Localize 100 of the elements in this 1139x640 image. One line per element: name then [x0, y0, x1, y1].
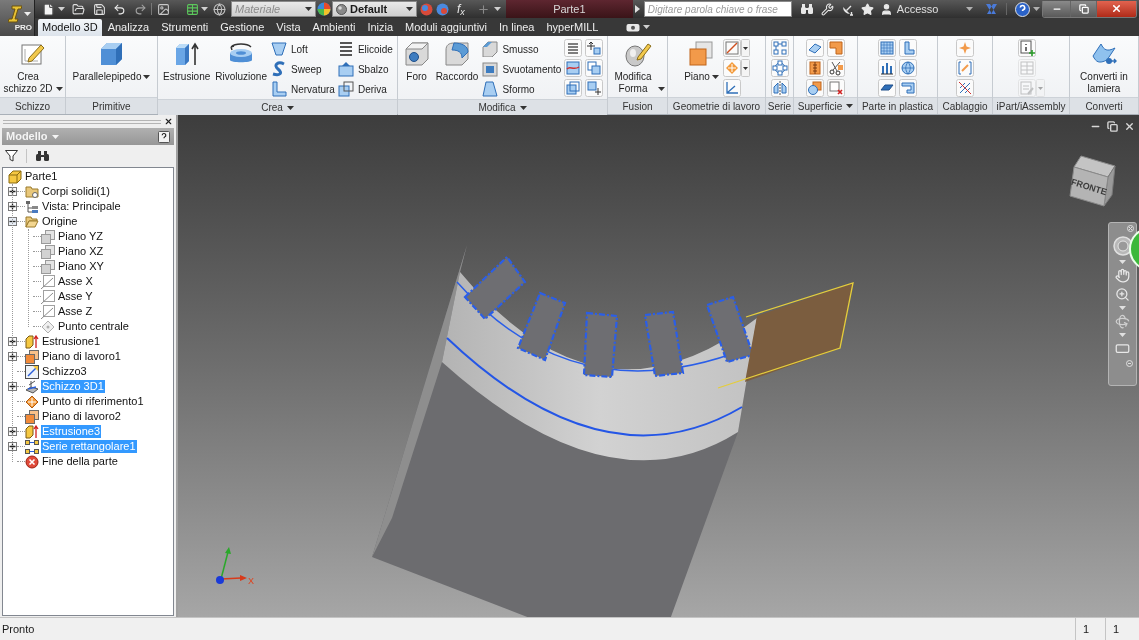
sphere-square-icon[interactable] [806, 79, 824, 97]
close-button[interactable] [1096, 0, 1136, 17]
ribbon-tool-button[interactable]: Foro [400, 38, 433, 83]
undo-icon[interactable] [113, 2, 126, 16]
scissors-icon[interactable] [827, 59, 845, 77]
new-file-icon[interactable] [42, 2, 55, 16]
ribbon-tab[interactable]: Inizia [361, 19, 400, 36]
star-icon[interactable] [860, 2, 874, 16]
ribbon-tool-button[interactable]: Deriva [337, 79, 393, 99]
ribbon-tab[interactable]: Gestione [214, 19, 271, 36]
caret-icon[interactable] [1033, 7, 1041, 11]
ribbon-tool-button[interactable]: Loft [271, 39, 335, 59]
expand-icon[interactable] [8, 202, 17, 211]
expand-icon[interactable] [8, 382, 17, 391]
axes-icon[interactable] [722, 79, 741, 97]
image-icon[interactable] [157, 2, 170, 16]
ribbon-tool-button[interactable]: Sbalzo [337, 59, 393, 79]
tree-item[interactable]: Piano XY [57, 260, 105, 273]
color-wheel-icon[interactable] [317, 2, 331, 16]
collapse-icon[interactable] [8, 217, 17, 226]
tree-item[interactable]: Piano YZ [57, 230, 105, 243]
info-plus-icon[interactable] [1017, 39, 1036, 57]
close-icon[interactable] [1124, 121, 1135, 132]
expand-icon[interactable] [8, 442, 17, 451]
restore-button[interactable] [1070, 0, 1096, 17]
ribbon-tab[interactable]: Modello 3D [38, 19, 102, 36]
globe-icon[interactable] [899, 59, 917, 77]
redo-icon[interactable] [134, 2, 147, 16]
ribbon-tab[interactable]: Analizza [101, 19, 156, 36]
parallelogram-icon[interactable] [878, 79, 896, 97]
ribbon-tab[interactable]: hyperMILL [540, 19, 605, 36]
ribbon-tab[interactable]: Vista [270, 19, 307, 36]
caret-icon[interactable] [740, 39, 750, 57]
tree-item[interactable]: Vista: Principale [41, 200, 122, 213]
caret-icon[interactable] [493, 7, 501, 11]
restore-icon[interactable] [1107, 121, 1118, 132]
close-icon[interactable] [164, 117, 173, 126]
ribbon-tab[interactable]: Moduli aggiuntivi [399, 19, 493, 36]
ribbon-tool-button[interactable]: Raccordo [433, 38, 481, 83]
caret-icon[interactable] [740, 59, 750, 77]
ribbon-tool-button[interactable]: Piano [682, 38, 721, 83]
wave-tile-icon[interactable] [564, 59, 583, 77]
wrench-icon[interactable] [820, 2, 834, 16]
help-icon[interactable] [158, 130, 170, 143]
sphere-icon[interactable] [436, 2, 449, 16]
ribbon-tool-button[interactable]: Converti in lamiera [1074, 38, 1134, 95]
ribbon-tool-button[interactable]: Rivoluzione [213, 38, 269, 83]
sphere-icon[interactable] [420, 2, 433, 16]
tree-item[interactable]: Punto di riferimento1 [41, 395, 145, 408]
search-field[interactable]: Digitare parola chiave o frase [643, 1, 792, 17]
tree-item[interactable]: Piano di lavoro2 [41, 410, 122, 423]
ribbon-tool-button[interactable]: Nervatura [271, 79, 335, 99]
expand-icon[interactable] [8, 337, 17, 346]
hand-icon[interactable] [1115, 268, 1130, 283]
bracket-icon[interactable] [899, 79, 917, 97]
tree-item[interactable]: Asse X [57, 275, 94, 288]
mirror-icon[interactable] [770, 79, 789, 97]
caret-icon[interactable] [643, 25, 651, 29]
binoculars-icon[interactable] [799, 3, 814, 15]
sign-in-button[interactable]: Accesso [879, 0, 974, 18]
ribbon-tab[interactable]: In linea [493, 19, 541, 36]
concentric-circles-icon[interactable] [1112, 236, 1133, 256]
layered-squares-icon[interactable] [564, 79, 583, 97]
ribbon-tool-button[interactable]: Smusso [482, 39, 562, 59]
ribbon-tool-button[interactable]: Parallelepipedo [70, 38, 153, 83]
ribbon-tab[interactable]: Strumenti [155, 19, 215, 36]
panel-menu-button[interactable]: Crea [261, 100, 294, 115]
combo-box[interactable]: Default [332, 1, 417, 17]
camera-icon[interactable] [626, 22, 641, 32]
filter-icon[interactable] [5, 149, 18, 162]
expand-icon[interactable] [8, 352, 17, 361]
tree-item[interactable]: Piano XZ [57, 245, 105, 258]
ring-nodes-icon[interactable] [770, 59, 789, 77]
ribbon-tool-button[interactable]: Svuotamento [482, 59, 562, 79]
grid-nodes-icon[interactable] [770, 39, 789, 57]
x-shape-icon[interactable] [985, 3, 999, 15]
tree-item[interactable]: Punto centrale [57, 320, 130, 333]
tree-item[interactable]: Schizzo3 [41, 365, 88, 378]
tree-item[interactable]: Parte1 [24, 170, 59, 183]
ribbon-tool-button[interactable]: Crea schizzo 2D [0, 38, 65, 95]
ribbon-tab[interactable]: Ambienti [306, 19, 362, 36]
tree-item[interactable]: Origine [41, 215, 79, 228]
hatch-icon[interactable] [956, 79, 974, 97]
tree-item[interactable]: Asse Y [57, 290, 94, 303]
caret-icon[interactable] [58, 7, 65, 11]
ribbon-tool-button[interactable]: Estrusione [161, 38, 213, 83]
expand-icon[interactable] [8, 427, 17, 436]
binoculars-icon[interactable] [35, 149, 50, 162]
ribbon-tool-button[interactable]: Sweep [271, 59, 335, 79]
ribbon-tool-button[interactable]: Elicoide [337, 39, 393, 59]
corner-icon[interactable] [827, 39, 845, 57]
table-icon[interactable] [186, 2, 199, 16]
globe-icon[interactable] [213, 2, 226, 16]
expand-icon[interactable] [8, 187, 17, 196]
tree-item[interactable]: Asse Z [57, 305, 94, 318]
tree-item[interactable]: Estrusione1 [41, 335, 102, 348]
formula-button[interactable]: f$_{x}$ [457, 2, 465, 16]
rectangle-icon[interactable] [1115, 341, 1130, 356]
tree-item[interactable]: Fine della parte [41, 455, 119, 468]
square-line-icon[interactable] [722, 39, 741, 57]
